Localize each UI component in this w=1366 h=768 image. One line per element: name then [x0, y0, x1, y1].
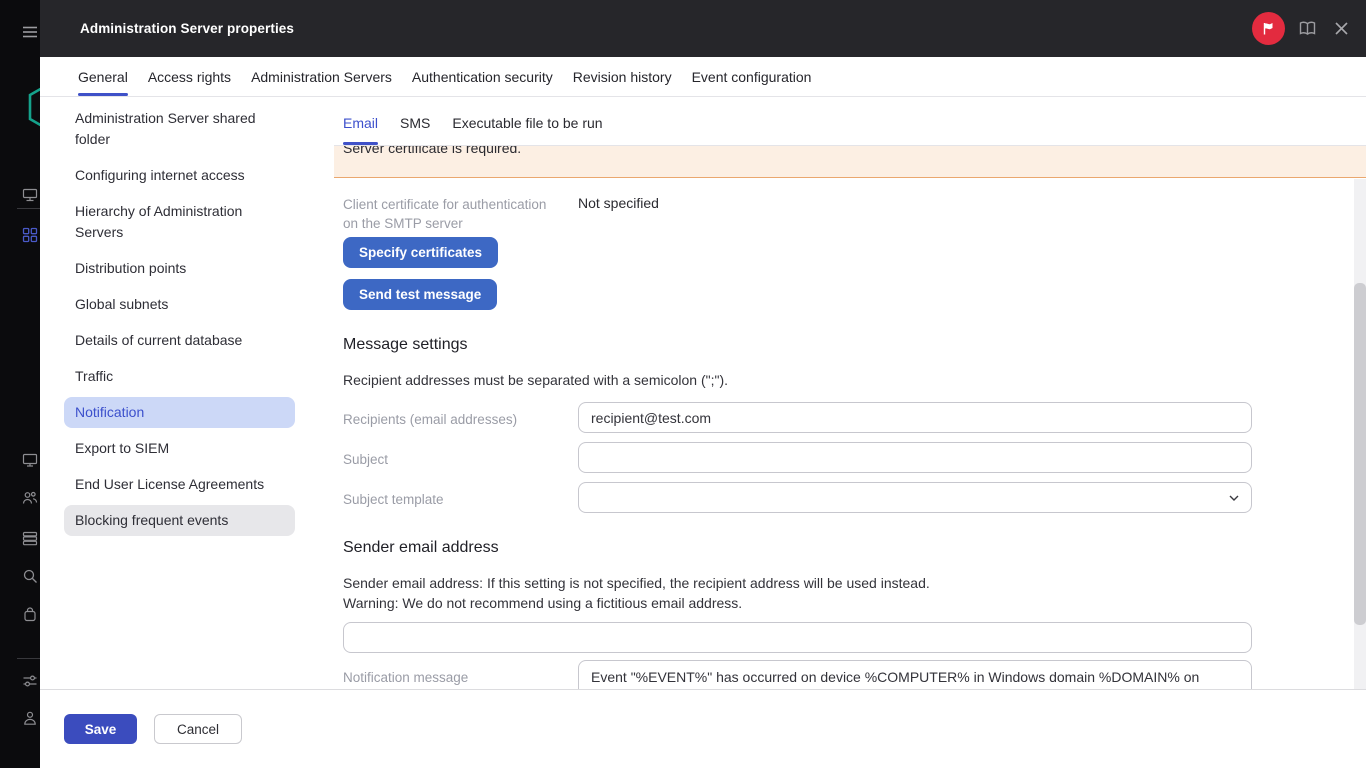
- sidebar-item-internet-access[interactable]: Configuring internet access: [64, 160, 295, 191]
- sidebar-item-export-to-siem[interactable]: Export to SIEM: [64, 433, 295, 464]
- recipients-label: Recipients (email addresses): [343, 402, 578, 433]
- notification-content: Email SMS Executable file to be run Serv…: [334, 97, 1366, 689]
- sidebar-item-shared-folder[interactable]: Administration Server shared folder: [64, 103, 295, 155]
- storage-icon[interactable]: [22, 530, 38, 546]
- subject-template-label: Subject template: [343, 482, 578, 513]
- client-certificate-label: Client certificate for authentication on…: [343, 187, 578, 233]
- specify-certificates-button[interactable]: Specify certificates: [343, 237, 498, 268]
- settings-sidebar: Administration Server shared folder Conf…: [40, 97, 334, 689]
- dialog-footer: Save Cancel: [40, 689, 1366, 768]
- tab-access-rights[interactable]: Access rights: [148, 57, 231, 96]
- search-icon[interactable]: [22, 568, 38, 584]
- subtab-executable-file[interactable]: Executable file to be run: [452, 97, 602, 145]
- recipients-input[interactable]: [578, 402, 1252, 433]
- client-certificate-value: Not specified: [578, 187, 659, 233]
- subtab-sms[interactable]: SMS: [400, 97, 430, 145]
- subject-input[interactable]: [578, 442, 1252, 473]
- sidebar-item-distribution-points[interactable]: Distribution points: [64, 253, 295, 284]
- warning-banner-text: Server certificate is required.: [343, 146, 1366, 158]
- notification-message-textarea[interactable]: Event "%EVENT%" has occurred on device %…: [578, 660, 1252, 689]
- warning-banner: Server certificate is required.: [334, 146, 1366, 178]
- dialog-title: Administration Server properties: [80, 21, 294, 36]
- sidebar-item-global-subnets[interactable]: Global subnets: [64, 289, 295, 320]
- account-icon[interactable]: [22, 710, 38, 726]
- sender-email-heading: Sender email address: [343, 539, 1366, 557]
- hamburger-menu-icon[interactable]: [22, 24, 38, 40]
- server-icon[interactable]: [22, 187, 38, 203]
- tab-revision-history[interactable]: Revision history: [573, 57, 672, 96]
- users-icon[interactable]: [22, 490, 38, 506]
- message-settings-heading: Message settings: [343, 336, 1366, 354]
- left-nav-rail: [0, 0, 40, 768]
- tab-event-configuration[interactable]: Event configuration: [692, 57, 812, 96]
- subject-label: Subject: [343, 442, 578, 473]
- sidebar-item-eula[interactable]: End User License Agreements: [64, 469, 295, 500]
- email-settings-scroll-area: Server certificate is required. Client c…: [334, 146, 1366, 689]
- tab-administration-servers[interactable]: Administration Servers: [251, 57, 392, 96]
- sidebar-item-current-database[interactable]: Details of current database: [64, 325, 295, 356]
- sidebar-item-traffic[interactable]: Traffic: [64, 361, 295, 392]
- scrollbar-thumb[interactable]: [1354, 283, 1366, 625]
- notification-message-label: Notification message: [343, 660, 578, 689]
- sliders-icon[interactable]: [22, 673, 38, 689]
- subtab-email[interactable]: Email: [343, 97, 378, 145]
- recipients-hint: Recipient addresses must be separated wi…: [343, 370, 1366, 390]
- rail-divider: [17, 658, 40, 659]
- sidebar-item-hierarchy[interactable]: Hierarchy of Administration Servers: [64, 196, 295, 248]
- sender-hint-line2: Warning: We do not recommend using a fic…: [343, 593, 1366, 613]
- send-test-message-button[interactable]: Send test message: [343, 279, 497, 310]
- help-book-icon[interactable]: [1298, 19, 1317, 38]
- subject-template-select[interactable]: [578, 482, 1252, 513]
- properties-tabbar: General Access rights Administration Ser…: [40, 57, 1366, 97]
- sidebar-item-notification[interactable]: Notification: [64, 397, 295, 428]
- rail-divider: [17, 208, 40, 209]
- kaspersky-logo-hexagon: [27, 81, 40, 133]
- bag-icon[interactable]: [22, 606, 38, 622]
- sender-email-input[interactable]: [343, 622, 1252, 653]
- devices-grid-icon[interactable]: [22, 227, 38, 243]
- dialog-body: General Access rights Administration Ser…: [40, 57, 1366, 768]
- cancel-button[interactable]: Cancel: [154, 714, 242, 744]
- save-button[interactable]: Save: [64, 714, 137, 744]
- tab-general[interactable]: General: [78, 57, 128, 96]
- notification-subtabs: Email SMS Executable file to be run: [334, 97, 1366, 146]
- dialog-header: Administration Server properties: [40, 0, 1366, 57]
- close-icon[interactable]: [1332, 19, 1351, 38]
- sidebar-item-blocking-frequent-events[interactable]: Blocking frequent events: [64, 505, 295, 536]
- sender-hint-line1: Sender email address: If this setting is…: [343, 573, 1366, 593]
- monitor-icon[interactable]: [22, 452, 38, 468]
- flag-badge-icon[interactable]: [1252, 12, 1285, 45]
- tab-authentication-security[interactable]: Authentication security: [412, 57, 553, 96]
